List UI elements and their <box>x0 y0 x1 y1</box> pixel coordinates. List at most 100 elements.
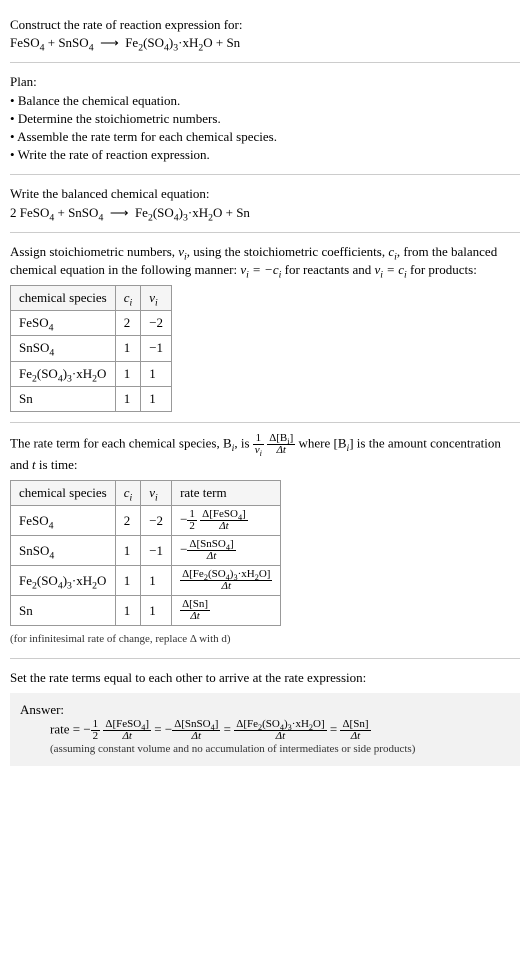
col-rate: rate term <box>172 481 281 506</box>
cell-species: SnSO4 <box>11 536 116 566</box>
cell-rate: Δ[Fe2(SO4)3·xH2O]Δt <box>172 566 281 596</box>
stoich-intro: for reactants and <box>281 262 374 277</box>
plan-item-text: Balance the chemical equation. <box>18 93 180 108</box>
table-row: FeSO4 2 −2 −12 Δ[FeSO4]Δt <box>11 506 281 536</box>
denominator: 2 <box>91 731 101 742</box>
problem-title: Construct the rate of reaction expressio… <box>10 16 520 34</box>
rateterm-table: chemical species ci νi rate term FeSO4 2… <box>10 480 281 626</box>
plan-item: • Balance the chemical equation. <box>10 92 520 110</box>
rate-label: rate = <box>50 722 83 737</box>
frac-one-over-nu: 1νi <box>253 433 264 456</box>
stoich-intro: for products: <box>407 262 477 277</box>
frac-dbi-dt: Δ[Bi]Δt <box>267 433 295 456</box>
plan-item-text: Determine the stoichiometric numbers. <box>18 111 221 126</box>
cell-ci: 1 <box>115 336 141 361</box>
relation-reactants: νi = −ci <box>240 262 281 277</box>
cell-rate: −Δ[SnSO4]Δt <box>172 536 281 566</box>
divider <box>10 62 520 63</box>
cell-ci: 2 <box>115 311 141 336</box>
table-row: Sn 1 1 <box>11 386 172 411</box>
cell-species: Fe2(SO4)3·xH2O <box>11 566 116 596</box>
cell-ci: 1 <box>115 361 141 386</box>
problem-statement: Construct the rate of reaction expressio… <box>10 16 520 52</box>
cell-species: Sn <box>11 596 116 626</box>
nu-symbol: νi <box>178 244 187 259</box>
denominator: Δt <box>180 611 210 622</box>
cell-ci: 1 <box>115 536 141 566</box>
plan-section: Plan: • Balance the chemical equation. •… <box>10 73 520 164</box>
infinitesimal-note: (for infinitesimal rate of change, repla… <box>10 632 520 647</box>
denominator: Δt <box>180 581 272 592</box>
cell-ci: 1 <box>115 596 141 626</box>
rateterm-intro: The rate term for each chemical species,… <box>10 435 232 450</box>
cell-species: Fe2(SO4)3·xH2O <box>11 361 116 386</box>
plan-item: • Write the rate of reaction expression. <box>10 146 520 164</box>
plan-item: • Assemble the rate term for each chemic… <box>10 128 520 146</box>
denominator: 2 <box>187 521 197 532</box>
relation-products: νi = ci <box>375 262 407 277</box>
cell-nu: 1 <box>141 596 172 626</box>
table-row: SnSO4 1 −1 <box>11 336 172 361</box>
col-species: chemical species <box>11 286 116 311</box>
divider <box>10 422 520 423</box>
col-nu: νi <box>141 481 172 506</box>
col-ci: ci <box>115 481 141 506</box>
plan-item-text: Assemble the rate term for each chemical… <box>17 129 277 144</box>
denominator: Δt <box>172 731 220 742</box>
cell-ci: 2 <box>115 506 141 536</box>
table-row: SnSO4 1 −1 −Δ[SnSO4]Δt <box>11 536 281 566</box>
unbalanced-equation: FeSO4 + SnSO4 ⟶ Fe2(SO4)3·xH2O + Sn <box>10 34 520 52</box>
cell-ci: 1 <box>115 386 141 411</box>
rateterm-intro: is time: <box>36 457 78 472</box>
col-ci: ci <box>115 286 141 311</box>
denominator: νi <box>253 445 264 456</box>
final-section: Set the rate terms equal to each other t… <box>10 669 520 766</box>
cell-nu: −2 <box>141 311 172 336</box>
cell-rate: −12 Δ[FeSO4]Δt <box>172 506 281 536</box>
cell-nu: 1 <box>141 361 172 386</box>
stoich-intro: Assign stoichiometric numbers, <box>10 244 178 259</box>
table-header-row: chemical species ci νi rate term <box>11 481 281 506</box>
cell-nu: −1 <box>141 536 172 566</box>
plan-item-text: Write the rate of reaction expression. <box>18 147 210 162</box>
denominator: Δt <box>200 521 248 532</box>
denominator: Δt <box>103 731 151 742</box>
final-title: Set the rate terms equal to each other t… <box>10 669 520 687</box>
stoich-intro: , using the stoichiometric coefficients, <box>187 244 389 259</box>
cell-species: FeSO4 <box>11 506 116 536</box>
ci-symbol: ci <box>388 244 397 259</box>
cell-ci: 1 <box>115 566 141 596</box>
col-nu: νi <box>141 286 172 311</box>
plan-title: Plan: <box>10 73 520 91</box>
rateterm-section: The rate term for each chemical species,… <box>10 433 520 648</box>
stoich-section: Assign stoichiometric numbers, νi, using… <box>10 243 520 412</box>
assumption-note: (assuming constant volume and no accumul… <box>50 742 510 757</box>
cell-species: Sn <box>11 386 116 411</box>
answer-box: Answer: rate = −12 Δ[FeSO4]Δt = −Δ[SnSO4… <box>10 693 520 766</box>
cell-species: FeSO4 <box>11 311 116 336</box>
denominator: Δt <box>267 445 295 456</box>
cell-nu: −1 <box>141 336 172 361</box>
cell-nu: −2 <box>141 506 172 536</box>
cell-nu: 1 <box>141 566 172 596</box>
denominator: Δt <box>234 731 326 742</box>
denominator: Δt <box>187 551 235 562</box>
cell-species: SnSO4 <box>11 336 116 361</box>
balanced-equation: 2 FeSO4 + SnSO4 ⟶ Fe2(SO4)3·xH2O + Sn <box>10 204 520 222</box>
cell-nu: 1 <box>141 386 172 411</box>
divider <box>10 174 520 175</box>
balanced-section: Write the balanced chemical equation: 2 … <box>10 185 520 221</box>
table-header-row: chemical species ci νi <box>11 286 172 311</box>
denominator: Δt <box>340 731 370 742</box>
balanced-title: Write the balanced chemical equation: <box>10 185 520 203</box>
rateterm-intro: where [B <box>298 435 346 450</box>
table-row: FeSO4 2 −2 <box>11 311 172 336</box>
rate-expression: rate = −12 Δ[FeSO4]Δt = −Δ[SnSO4]Δt = Δ[… <box>50 719 510 742</box>
table-row: Sn 1 1 Δ[Sn]Δt <box>11 596 281 626</box>
col-species: chemical species <box>11 481 116 506</box>
plan-item: • Determine the stoichiometric numbers. <box>10 110 520 128</box>
table-row: Fe2(SO4)3·xH2O 1 1 Δ[Fe2(SO4)3·xH2O]Δt <box>11 566 281 596</box>
stoich-table: chemical species ci νi FeSO4 2 −2 SnSO4 … <box>10 285 172 412</box>
answer-label: Answer: <box>20 701 510 719</box>
divider <box>10 658 520 659</box>
